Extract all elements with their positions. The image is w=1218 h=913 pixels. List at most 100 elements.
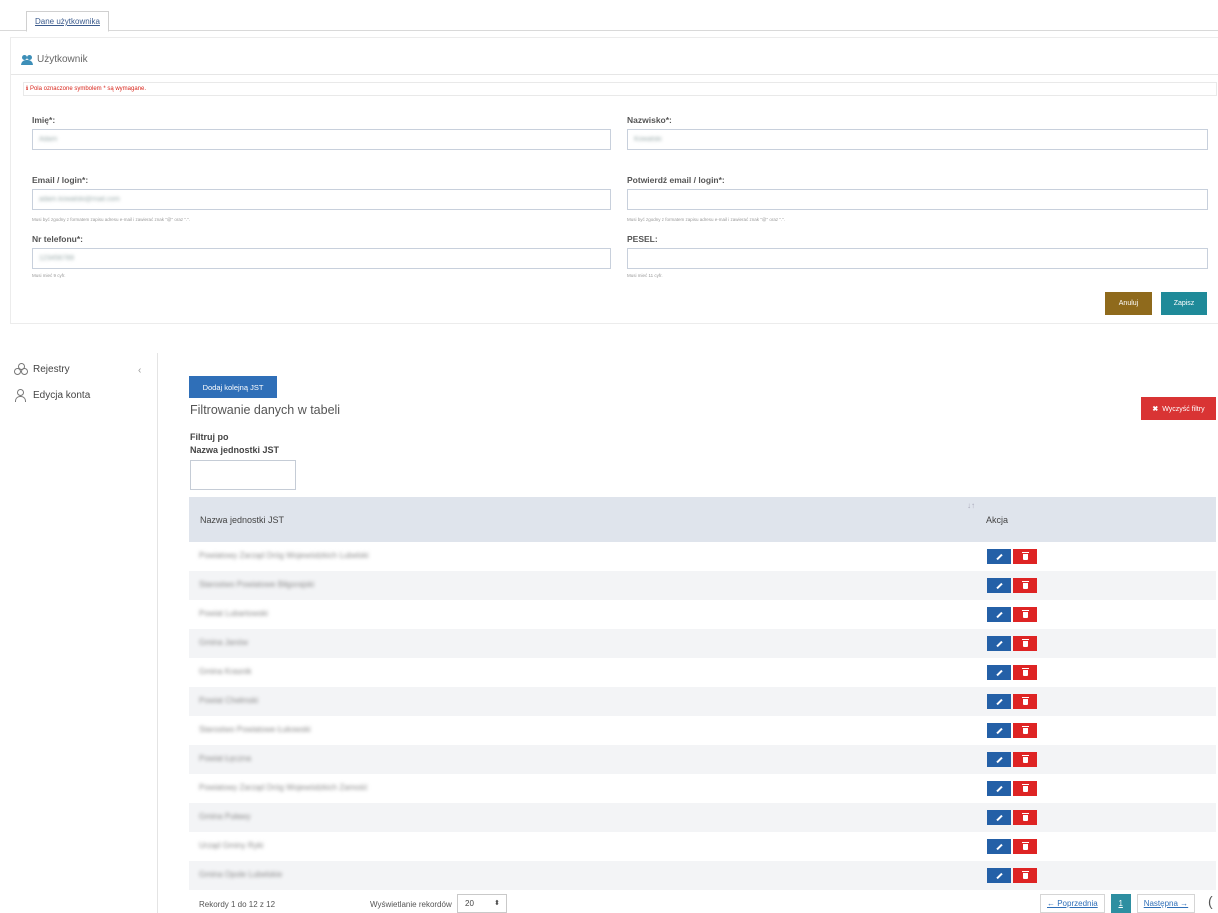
jst-name-cell: Gmina Janów bbox=[199, 638, 248, 647]
delete-button[interactable] bbox=[1013, 810, 1037, 825]
pencil-icon bbox=[995, 727, 1003, 734]
jst-name-cell: Powiat Łęczna bbox=[199, 754, 252, 763]
pencil-icon bbox=[995, 669, 1003, 676]
trash-icon bbox=[1021, 609, 1029, 618]
edit-button[interactable] bbox=[987, 781, 1011, 796]
trash-icon bbox=[1021, 667, 1029, 676]
edit-button[interactable] bbox=[987, 578, 1011, 593]
table-row: Urząd Gminy Ryki bbox=[189, 832, 1216, 861]
email-confirm-hint: Musi być zgodny z formatem zapisu adresu… bbox=[627, 217, 786, 222]
clear-filters-button[interactable]: ✖ Wyczyść filtry bbox=[1141, 397, 1216, 420]
edit-button[interactable] bbox=[987, 636, 1011, 651]
edit-button[interactable] bbox=[987, 810, 1011, 825]
email-confirm-field[interactable] bbox=[627, 189, 1208, 210]
info-icon: ℹ bbox=[26, 86, 29, 92]
phone-field[interactable]: 123456789 bbox=[32, 248, 611, 269]
delete-button[interactable] bbox=[1013, 665, 1037, 680]
table-row: Starostwo Powiatowe Biłgorajski bbox=[189, 571, 1216, 600]
user-icon bbox=[14, 388, 27, 402]
user-form-panel: Użytkownik ℹ Pola oznaczone symbolem * s… bbox=[10, 37, 1218, 324]
panel-title-text: Użytkownik bbox=[37, 54, 88, 65]
chevron-left-icon[interactable]: ‹ bbox=[138, 365, 141, 376]
close-icon: ✖ bbox=[1152, 405, 1159, 413]
delete-button[interactable] bbox=[1013, 636, 1037, 651]
jst-name-cell: Gmina Puławy bbox=[199, 812, 251, 821]
email-field[interactable]: adam.kowalski@mail.com bbox=[32, 189, 611, 210]
jst-name-cell: Powiat Lubartowski bbox=[199, 609, 268, 618]
tab-user-data[interactable]: Dane użytkownika bbox=[26, 11, 109, 32]
delete-button[interactable] bbox=[1013, 781, 1037, 796]
page-size-label: Wyświetlanie rekordów bbox=[370, 900, 452, 909]
trash-icon bbox=[1021, 812, 1029, 821]
edit-button[interactable] bbox=[987, 752, 1011, 767]
next-page-button[interactable]: Następna → bbox=[1136, 894, 1196, 913]
delete-button[interactable] bbox=[1013, 607, 1037, 622]
jst-name-cell: Powiatowy Zarząd Dróg Wojewódzkich Lubel… bbox=[199, 551, 369, 560]
edit-button[interactable] bbox=[987, 549, 1011, 564]
sidebar-item-account-edit[interactable]: Edycja konta bbox=[14, 387, 90, 403]
table-row: Powiatowy Zarząd Dróg Wojewódzkich Lubel… bbox=[189, 542, 1216, 571]
table-row: Gmina Krasnik bbox=[189, 658, 1216, 687]
save-button[interactable]: Zapisz bbox=[1161, 292, 1207, 315]
trash-icon bbox=[1021, 870, 1029, 879]
pencil-icon bbox=[995, 640, 1003, 647]
jst-name-cell: Gmina Krasnik bbox=[199, 667, 252, 676]
delete-button[interactable] bbox=[1013, 752, 1037, 767]
pencil-icon bbox=[995, 698, 1003, 705]
pencil-icon bbox=[995, 611, 1003, 618]
filter-heading: Filtrowanie danych w tabeli bbox=[190, 403, 341, 417]
edit-button[interactable] bbox=[987, 839, 1011, 854]
records-info: Rekordy 1 do 12 z 12 bbox=[199, 900, 276, 909]
filter-field-label: Nazwa jednostki JST bbox=[190, 445, 280, 455]
delete-button[interactable] bbox=[1013, 549, 1037, 564]
sidebar: Rejestry ‹ Edycja konta bbox=[0, 353, 158, 913]
email-label: Email / login*: bbox=[32, 175, 89, 185]
required-fields-note: ℹ Pola oznaczone symbolem * są wymagane. bbox=[23, 82, 1217, 96]
jst-name-cell: Urząd Gminy Ryki bbox=[199, 841, 264, 850]
email-hint: Musi być zgodny z formatem zapisu adresu… bbox=[32, 217, 191, 222]
cancel-button[interactable]: Anuluj bbox=[1105, 292, 1152, 315]
edit-button[interactable] bbox=[987, 868, 1011, 883]
table-row: Powiatowy Zarząd Dróg Wojewódzkich Zamoś… bbox=[189, 774, 1216, 803]
edit-button[interactable] bbox=[987, 723, 1011, 738]
table-row: Powiat Lubartowski bbox=[189, 600, 1216, 629]
table-row: Gmina Opole Lubelskie bbox=[189, 861, 1216, 890]
pagination: ← Poprzednia 1 Następna → bbox=[1040, 894, 1196, 913]
jst-name-cell: Starostwo Powiatowe Biłgorajski bbox=[199, 580, 315, 589]
sort-icon[interactable]: ↓↑ bbox=[967, 501, 975, 510]
previous-page-button[interactable]: ← Poprzednia bbox=[1040, 894, 1105, 913]
add-jst-button[interactable]: Dodaj kolejną JST bbox=[189, 376, 277, 398]
column-header-action: Akcja bbox=[986, 515, 1009, 525]
pencil-icon bbox=[995, 872, 1003, 879]
delete-button[interactable] bbox=[1013, 868, 1037, 883]
column-header-name[interactable]: Nazwa jednostki JST bbox=[200, 515, 284, 525]
delete-button[interactable] bbox=[1013, 578, 1037, 593]
pager-edge-glyph: ( bbox=[1208, 893, 1213, 909]
page-size-value: 20 bbox=[465, 899, 474, 908]
last-name-field[interactable]: Kowalski bbox=[627, 129, 1208, 150]
first-name-label: Imię*: bbox=[32, 115, 56, 125]
pencil-icon bbox=[995, 785, 1003, 792]
page-size-select[interactable]: 20 ⬍ bbox=[457, 894, 507, 913]
filter-name-input[interactable] bbox=[190, 460, 296, 490]
delete-button[interactable] bbox=[1013, 723, 1037, 738]
jst-name-cell: Powiat Chełmski bbox=[199, 696, 259, 705]
pencil-icon bbox=[995, 814, 1003, 821]
pencil-icon bbox=[995, 582, 1003, 589]
phone-hint: Musi mieć 9 cyfr. bbox=[32, 273, 66, 278]
pesel-hint: Musi mieć 11 cyfr. bbox=[627, 273, 663, 278]
edit-button[interactable] bbox=[987, 694, 1011, 709]
first-name-field[interactable]: Adam bbox=[32, 129, 611, 150]
pesel-field[interactable] bbox=[627, 248, 1208, 269]
table-header: Nazwa jednostki JST ↓↑ Akcja bbox=[189, 497, 1216, 542]
trash-icon bbox=[1021, 754, 1029, 763]
delete-button[interactable] bbox=[1013, 839, 1037, 854]
filter-by-label: Filtruj po bbox=[190, 432, 229, 442]
delete-button[interactable] bbox=[1013, 694, 1037, 709]
jst-name-cell: Starostwo Powiatowe Łukowski bbox=[199, 725, 311, 734]
phone-label: Nr telefonu*: bbox=[32, 234, 83, 244]
edit-button[interactable] bbox=[987, 607, 1011, 622]
current-page-button[interactable]: 1 bbox=[1110, 894, 1131, 913]
sidebar-item-registers[interactable]: Rejestry bbox=[14, 361, 70, 377]
edit-button[interactable] bbox=[987, 665, 1011, 680]
